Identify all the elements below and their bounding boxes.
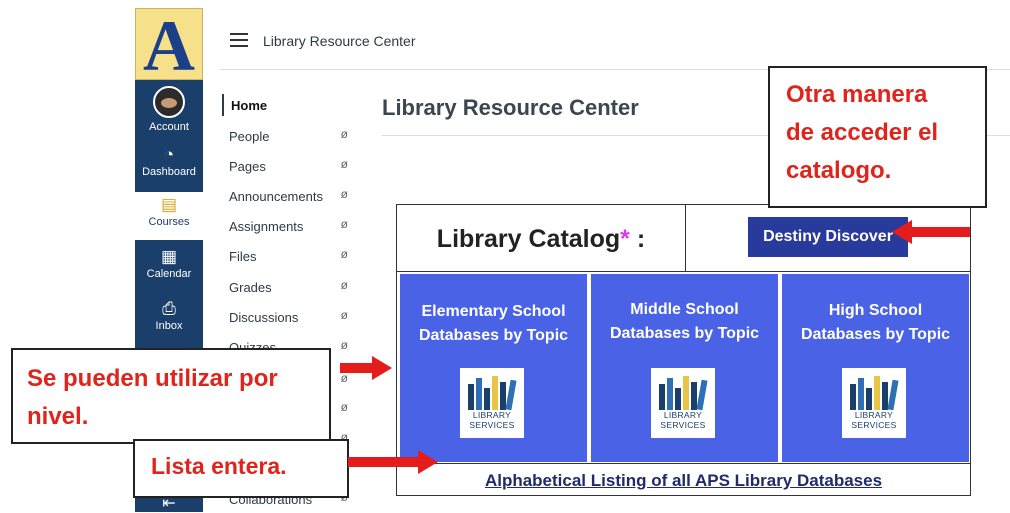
annotation-note-full-list: Lista entera. (133, 439, 349, 498)
eye-slash-icon: ø (340, 247, 348, 261)
note1-line1: Otra manera (786, 81, 928, 108)
logo-line1: LIBRARY (663, 410, 703, 420)
logo-line2: SERVICES (660, 420, 706, 430)
school-logo[interactable]: A (135, 8, 203, 80)
tile-title: High School Databases by Topic (782, 299, 969, 347)
books-icon (848, 374, 900, 411)
middle-school-tile[interactable]: Middle School Databases by Topic LIBRARY… (591, 274, 778, 462)
eye-slash-icon: ø (340, 278, 348, 292)
library-services-logo: LIBRARY SERVICES (651, 368, 715, 438)
book-icon: ▤ (160, 195, 178, 214)
note1-line2: de acceder el (786, 119, 939, 146)
hamburger-icon[interactable] (230, 33, 248, 47)
annotation-arrow (348, 450, 438, 474)
library-services-logo: LIBRARY SERVICES (460, 368, 524, 438)
library-services-logo: LIBRARY SERVICES (842, 368, 906, 438)
eye-slash-icon: ø (340, 217, 348, 231)
course-nav-label: Grades (229, 280, 272, 295)
course-nav-people[interactable]: People ø (222, 125, 352, 147)
account-label: Account (149, 121, 189, 133)
alphabetical-listing-link[interactable]: Alphabetical Listing of all APS Library … (397, 463, 970, 496)
annotation-note-levels: Se pueden utilizar por nivel. (11, 348, 331, 444)
eye-slash-icon: ø (340, 127, 348, 141)
annotation-arrow (340, 356, 392, 380)
tile-title-line2: Databases by Topic (800, 326, 951, 343)
catalog-colon: : (629, 225, 646, 253)
global-nav-inbox[interactable]: ⎙ Inbox (135, 299, 203, 333)
course-nav-label: Assignments (229, 219, 304, 234)
catalog-label-text: Library Catalog (436, 225, 621, 253)
logo-line2: SERVICES (851, 420, 897, 430)
books-icon (466, 374, 518, 411)
course-nav-discussions[interactable]: Discussions ø (222, 306, 352, 328)
course-nav-files[interactable]: Files ø (222, 245, 352, 267)
inbox-label: Inbox (155, 320, 183, 332)
eye-slash-icon: ø (340, 338, 348, 352)
logo-line1: LIBRARY (854, 410, 894, 420)
global-nav-courses[interactable]: ▤ Courses (135, 192, 203, 240)
global-nav-dashboard[interactable]: ◔ Dashboard (135, 145, 203, 179)
catalog-row: Library Catalog* : Destiny Discover (397, 205, 970, 272)
tile-title: Middle School Databases by Topic (591, 298, 778, 346)
catalog-table: Library Catalog* : Destiny Discover Elem… (396, 204, 971, 496)
courses-label: Courses (148, 216, 190, 228)
elementary-school-tile[interactable]: Elementary School Databases by Topic LIB… (400, 274, 587, 462)
dashboard-label: Dashboard (142, 166, 196, 178)
eye-slash-icon: ø (340, 371, 348, 385)
eye-slash-icon: ø (340, 400, 348, 414)
catalog-label: Library Catalog* : (397, 205, 686, 271)
inbox-icon: ⎙ (162, 299, 176, 318)
global-nav-calendar[interactable]: ▦ Calendar (135, 247, 203, 281)
annotation-note-catalog: Otra manera de acceder el catalogo. (768, 66, 987, 208)
logo-line2: SERVICES (469, 420, 515, 430)
eye-slash-icon: ø (340, 187, 348, 201)
speedometer-icon: ◔ (163, 145, 175, 164)
page-title: Library Resource Center (382, 95, 639, 120)
note1-line3: catalogo. (786, 157, 892, 184)
high-school-tile[interactable]: High School Databases by Topic LIBRARY SE… (782, 274, 969, 462)
calendar-icon: ▦ (160, 247, 178, 266)
global-nav-account[interactable]: Account (135, 86, 203, 133)
tile-title: Elementary School Databases by Topic (400, 300, 587, 348)
course-nav-grades[interactable]: Grades ø (222, 276, 352, 298)
course-nav-label: Pages (229, 159, 266, 174)
tile-title-line2: Databases by Topic (609, 325, 760, 342)
avatar (153, 86, 185, 118)
course-nav-assignments[interactable]: Assignments ø (222, 215, 352, 237)
breadcrumb[interactable]: Library Resource Center (263, 33, 416, 49)
course-nav-label: Home (231, 98, 268, 113)
course-nav-label: People (229, 129, 270, 144)
annotation-arrow (892, 220, 970, 244)
eye-slash-icon: ø (340, 308, 348, 322)
tile-title-line1: Middle School (630, 301, 739, 318)
note2-line1: Se pueden utilizar por (27, 365, 278, 392)
logo-letter: A (143, 8, 195, 80)
eye-slash-icon: ø (340, 157, 348, 171)
course-nav-pages[interactable]: Pages ø (222, 155, 352, 177)
logo-line1: LIBRARY (472, 410, 512, 420)
course-nav-home[interactable]: Home (222, 94, 354, 116)
tile-title-line2: Databases by Topic (418, 327, 569, 344)
catalog-star: * (620, 225, 630, 253)
course-nav-label: Discussions (229, 310, 299, 325)
calendar-label: Calendar (146, 268, 192, 280)
note2-line2: nivel. (27, 403, 89, 430)
destiny-discover-button[interactable]: Destiny Discover (748, 217, 908, 257)
course-nav-label: Files (229, 249, 257, 264)
course-nav-announcements[interactable]: Announcements ø (222, 185, 352, 207)
course-nav-label: Announcements (229, 189, 323, 204)
tile-title-line1: High School (828, 302, 923, 319)
tile-title-line1: Elementary School (421, 303, 566, 320)
books-icon (657, 374, 709, 411)
